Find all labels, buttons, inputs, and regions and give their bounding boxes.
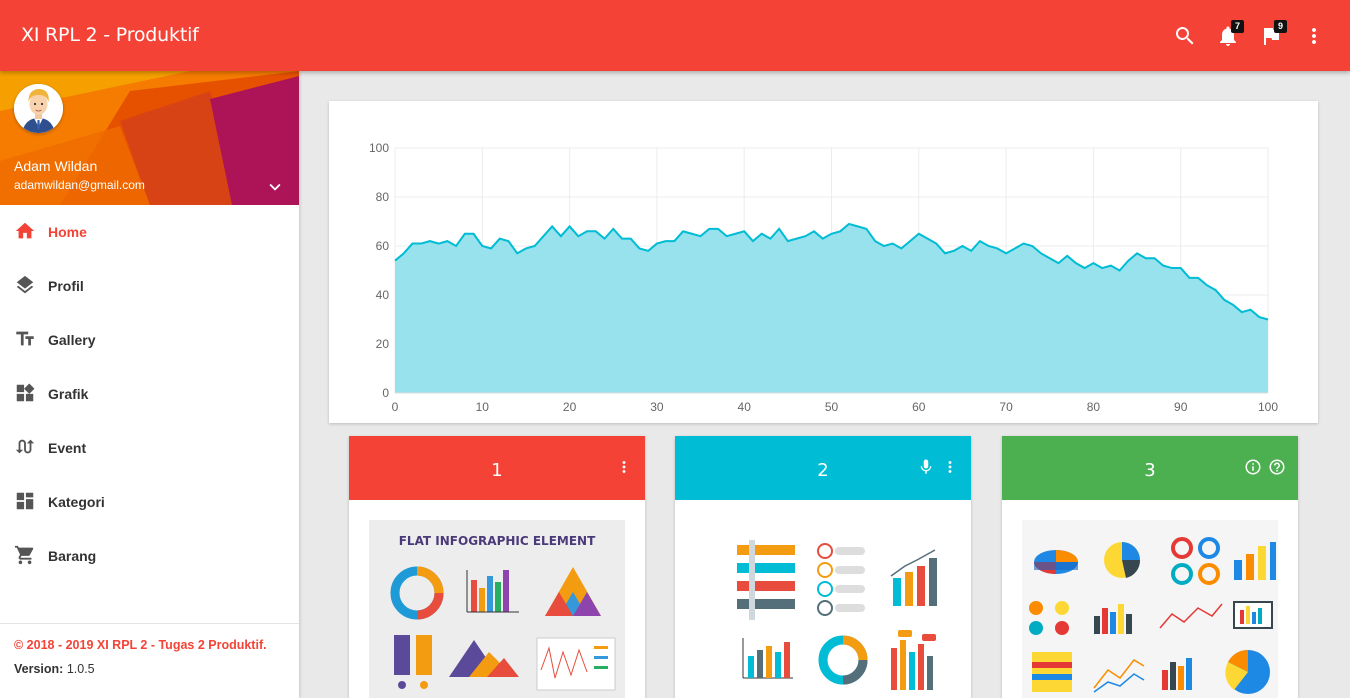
x-tick-label: 100 [1258, 400, 1278, 414]
area-chart: 0 20 40 60 80 100 0 10 20 30 40 50 60 70 80 90 100 [369, 141, 1278, 414]
y-tick-label: 100 [369, 141, 389, 155]
version-text: Version: 1.0.5 [14, 662, 95, 676]
card-actions [615, 458, 633, 476]
sidebar-footer: © 2018 - 2019 XI RPL 2 - Tugas 2 Produkt… [0, 623, 299, 698]
copyright-text: © 2018 - 2019 XI RPL 2 - Tugas 2 Produkt… [14, 638, 267, 652]
swap-calls-icon [14, 436, 36, 458]
layers-icon [14, 274, 36, 296]
sidebar-menu: Home Profil Gallery Grafik Event Kategor… [0, 205, 299, 583]
shopping-cart-icon [14, 544, 36, 566]
infographic-image-3 [1022, 520, 1278, 698]
sidebar-item-label: Event [48, 440, 87, 456]
top-app-bar: XI RPL 2 - Produktif 7 9 [0, 0, 1350, 71]
sidebar-item-grafik[interactable]: Grafik [0, 367, 299, 421]
x-tick-label: 40 [738, 400, 752, 414]
card-header: 1 [349, 436, 645, 500]
infographic-image-1: FLAT INFOGRAPHIC ELEMENT [369, 520, 625, 698]
x-tick-label: 20 [563, 400, 577, 414]
more-vert-icon[interactable] [941, 458, 959, 476]
x-tick-label: 0 [392, 400, 399, 414]
info-icon[interactable] [1244, 458, 1262, 476]
card-header: 3 [1002, 436, 1298, 500]
card-body [1002, 500, 1298, 698]
more-vert-icon[interactable] [615, 458, 633, 476]
y-tick-label: 20 [376, 337, 390, 351]
notifications-badge: 7 [1231, 20, 1244, 33]
chevron-down-icon[interactable] [264, 176, 286, 198]
app-title[interactable]: XI RPL 2 - Produktif [21, 24, 199, 46]
left-sidebar: Adam Wildan adamwildan@gmail.com Home Pr… [0, 71, 299, 698]
user-email: adamwildan@gmail.com [14, 178, 145, 192]
sidebar-item-gallery[interactable]: Gallery [0, 313, 299, 367]
area-chart-card: 0 20 40 60 80 100 0 10 20 30 40 50 60 70 80 90 100 [329, 101, 1318, 423]
widgets-icon [14, 382, 36, 404]
version-value: 1.0.5 [66, 662, 95, 676]
sidebar-item-event[interactable]: Event [0, 421, 299, 475]
y-tick-label: 80 [376, 190, 390, 204]
mic-icon[interactable] [917, 458, 935, 476]
sidebar-item-home[interactable]: Home [0, 205, 299, 259]
sidebar-item-label: Gallery [48, 332, 96, 348]
infographic-title: FLAT INFOGRAPHIC ELEMENT [399, 534, 596, 548]
infographic-image-2 [695, 520, 951, 698]
card-header: 2 [675, 436, 971, 500]
flags-button[interactable]: 9 [1259, 20, 1287, 48]
y-tick-label: 40 [376, 288, 390, 302]
avatar-image [14, 84, 63, 133]
card-2: 2 [675, 436, 971, 698]
help-icon[interactable] [1268, 458, 1286, 476]
sidebar-item-barang[interactable]: Barang [0, 529, 299, 583]
sidebar-item-label: Home [48, 224, 87, 240]
avatar[interactable] [14, 84, 63, 133]
sidebar-item-label: Profil [48, 278, 84, 294]
x-tick-label: 30 [650, 400, 664, 414]
flags-badge: 9 [1274, 20, 1287, 33]
sidebar-item-label: Barang [48, 548, 97, 564]
card-actions [917, 458, 959, 476]
x-tick-label: 50 [825, 400, 839, 414]
x-tick-label: 60 [912, 400, 926, 414]
search-icon[interactable] [1173, 24, 1197, 48]
sidebar-item-profil[interactable]: Profil [0, 259, 299, 313]
x-tick-label: 10 [476, 400, 490, 414]
card-actions [1244, 458, 1286, 476]
view-quilt-icon [14, 490, 36, 512]
home-icon [14, 220, 36, 242]
sidebar-item-label: Kategori [48, 494, 105, 510]
sidebar-item-kategori[interactable]: Kategori [0, 475, 299, 529]
x-tick-label: 90 [1174, 400, 1188, 414]
card-3: 3 [1002, 436, 1298, 698]
text-fields-icon [14, 328, 36, 350]
y-tick-label: 0 [382, 386, 389, 400]
more-vert-icon[interactable] [1302, 24, 1326, 48]
card-body: FLAT INFOGRAPHIC ELEMENT [349, 500, 645, 698]
user-name: Adam Wildan [14, 158, 98, 174]
card-1: 1 FLAT INFOGRAPHIC ELEMENT [349, 436, 645, 698]
notifications-button[interactable]: 7 [1216, 20, 1244, 48]
version-label: Version: [14, 662, 64, 676]
x-tick-label: 80 [1087, 400, 1101, 414]
x-tick-label: 70 [999, 400, 1013, 414]
card-title: 1 [491, 460, 503, 481]
card-body [675, 500, 971, 698]
y-tick-label: 60 [376, 239, 390, 253]
sidebar-item-label: Grafik [48, 386, 89, 402]
user-info-panel: Adam Wildan adamwildan@gmail.com [0, 71, 299, 205]
